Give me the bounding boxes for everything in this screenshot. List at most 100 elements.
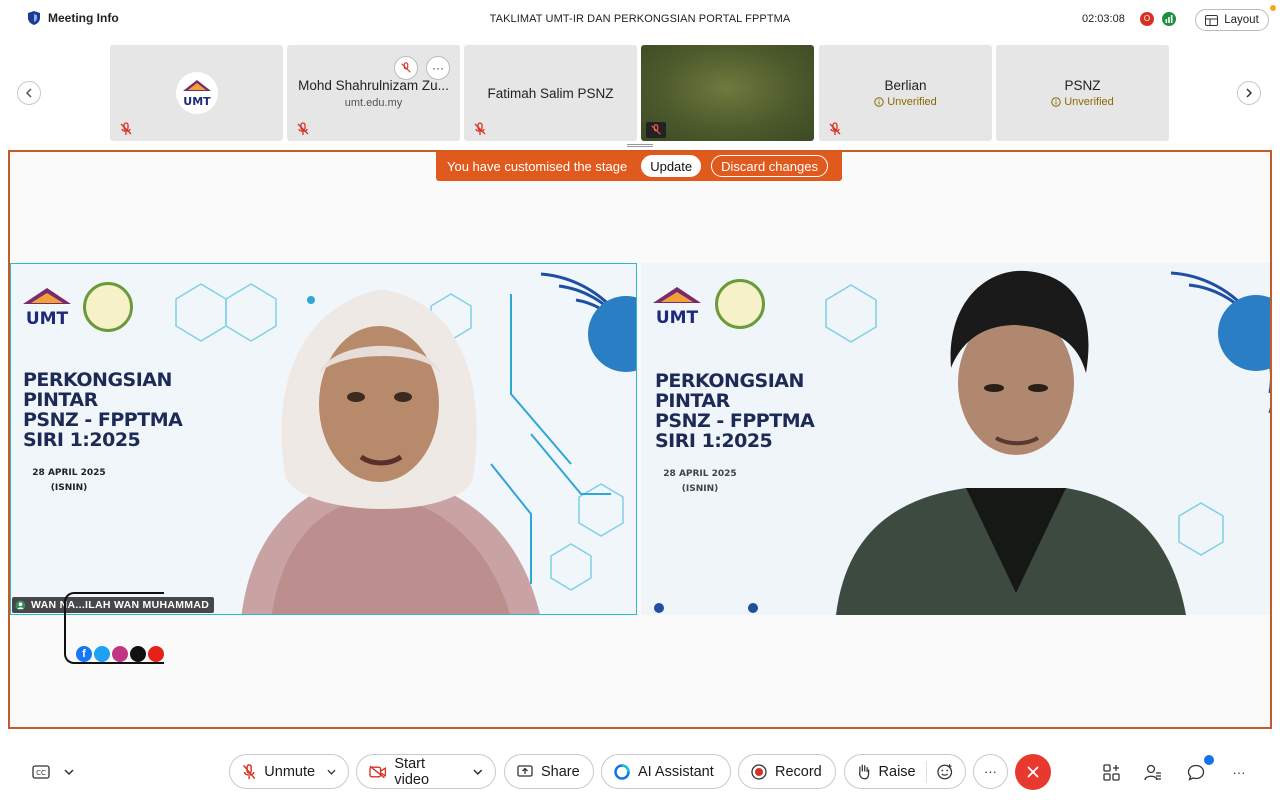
participant-video-tile[interactable] — [641, 45, 814, 141]
slide-date: 28 APRIL 2025 (ISNIN) — [663, 469, 737, 494]
raise-hand-icon — [859, 764, 870, 780]
chat-icon — [1187, 764, 1205, 781]
chevron-left-icon — [25, 88, 32, 98]
mute-participant-button[interactable] — [394, 56, 418, 80]
captions-options-button[interactable] — [56, 759, 82, 785]
layout-icon — [1205, 14, 1219, 26]
closed-captions-button[interactable]: CC — [28, 759, 54, 785]
banner-message: You have customised the stage — [447, 158, 628, 174]
stage-resize-handle[interactable] — [627, 144, 653, 147]
more-icon: ··· — [1232, 764, 1246, 780]
divider — [925, 760, 927, 783]
chevron-down-icon[interactable] — [327, 769, 336, 775]
info-circle-icon — [1051, 97, 1061, 107]
slide-date: 28 APRIL 2025 (ISNIN) — [32, 468, 106, 493]
participant-tile[interactable]: UMT — [110, 45, 283, 141]
chevron-right-icon — [1246, 88, 1253, 98]
share-label: Share — [541, 763, 580, 780]
participant-tile[interactable]: Berlian Unverified — [819, 45, 992, 141]
recording-indicator: O — [1140, 12, 1154, 26]
previous-page-button[interactable] — [17, 81, 41, 105]
more-options-button[interactable]: ··· — [973, 754, 1008, 789]
start-video-label: Start video — [394, 755, 430, 788]
top-bar: Meeting Info TAKLIMAT UMT-IR DAN PERKONG… — [0, 0, 1280, 40]
chevron-down-icon — [64, 769, 74, 775]
close-icon — [1027, 766, 1039, 778]
active-speaker-video[interactable]: UMT PERKONGSIAN PINTAR PSNZ - FPPTMA SIR… — [10, 263, 637, 615]
mic-muted-icon — [401, 62, 411, 73]
share-screen-icon — [517, 764, 533, 777]
participant-name: Berlian — [884, 78, 927, 93]
record-button[interactable]: Record — [738, 754, 836, 789]
participant-domain: umt.edu.my — [344, 97, 403, 109]
avatar: UMT — [176, 72, 218, 114]
layout-label: Layout — [1224, 14, 1259, 26]
share-button[interactable]: Share — [504, 754, 594, 789]
mic-muted-icon — [829, 122, 841, 135]
apps-icon — [1102, 763, 1120, 781]
leave-meeting-button[interactable] — [1015, 754, 1051, 790]
facebook-icon: f — [76, 646, 92, 662]
more-icon: ··· — [432, 61, 444, 75]
instagram-icon — [112, 646, 128, 662]
captions-icon: CC — [32, 765, 50, 779]
more-icon: ··· — [984, 764, 997, 779]
participant-tile[interactable]: PSNZ Unverified — [996, 45, 1169, 141]
unmute-label: Unmute — [264, 763, 316, 780]
next-page-button[interactable] — [1237, 81, 1261, 105]
update-stage-button[interactable]: Update — [641, 155, 702, 177]
unmute-button[interactable]: Unmute — [229, 754, 349, 789]
apps-button[interactable] — [1098, 759, 1124, 785]
layout-button[interactable]: Layout — [1195, 9, 1269, 31]
svg-text:UMT: UMT — [26, 309, 69, 329]
stage-customised-banner: You have customised the stage Update Dis… — [436, 151, 842, 181]
participant-name: PSNZ — [1064, 78, 1101, 93]
person-icon — [15, 600, 26, 610]
overflow-menu-button[interactable]: ··· — [1226, 759, 1252, 785]
ai-assistant-label: AI Assistant — [638, 763, 714, 780]
ai-assistant-button[interactable]: AI Assistant — [601, 754, 731, 789]
slide-title: PERKONGSIAN PINTAR PSNZ - FPPTMA SIRI 1:… — [23, 369, 183, 451]
twitter-icon — [94, 646, 110, 662]
meeting-timer: 02:03:08 — [1082, 13, 1125, 25]
record-icon — [751, 763, 767, 780]
ai-assistant-icon — [614, 763, 630, 780]
mic-muted-icon — [120, 122, 132, 135]
mic-muted-icon — [297, 122, 309, 135]
chat-notification-badge — [1204, 755, 1214, 765]
chevron-down-icon[interactable] — [473, 769, 483, 775]
svg-text:UMT: UMT — [183, 95, 211, 108]
participants-icon — [1144, 764, 1161, 780]
raise-hand-button[interactable]: Raise — [844, 754, 966, 789]
mic-muted-icon — [242, 763, 256, 779]
participant-figure — [836, 270, 1186, 615]
youtube-icon — [148, 646, 164, 662]
notification-dot — [1270, 5, 1276, 11]
participant-main-video[interactable]: UMT PERKONGSIAN PINTAR PSNZ - FPPTMA SIR… — [641, 263, 1270, 615]
participant-tile[interactable]: ··· Mohd Shahrulnizam Zu... umt.edu.my — [287, 45, 460, 141]
library-seal-logo — [715, 279, 765, 329]
unverified-badge: Unverified — [819, 96, 992, 108]
participants-button[interactable] — [1140, 759, 1166, 785]
start-video-button[interactable]: Start video — [356, 754, 496, 789]
video-off-icon — [369, 765, 387, 778]
svg-text:UMT: UMT — [656, 308, 699, 328]
raise-label: Raise — [878, 763, 916, 780]
participant-name: Fatimah Salim PSNZ — [487, 86, 614, 101]
network-status-icon[interactable] — [1162, 12, 1176, 26]
participant-name: Mohd Shahrulnizam Zu... — [298, 78, 449, 93]
mic-muted-icon — [474, 122, 486, 135]
slide-title: PERKONGSIAN PINTAR PSNZ - FPPTMA SIRI 1:… — [655, 370, 815, 452]
unverified-badge: Unverified — [996, 96, 1169, 108]
info-circle-icon — [874, 97, 884, 107]
participant-tile[interactable]: Fatimah Salim PSNZ — [464, 45, 637, 141]
participant-more-button[interactable]: ··· — [426, 56, 450, 80]
discard-changes-button[interactable]: Discard changes — [711, 155, 828, 177]
tiktok-icon — [130, 646, 146, 662]
reactions-icon[interactable] — [936, 763, 953, 780]
record-label: Record — [775, 763, 822, 780]
speaker-figure — [241, 289, 540, 614]
library-seal-logo — [83, 282, 133, 332]
umt-logo-icon: UMT — [183, 80, 211, 108]
svg-text:CC: CC — [36, 769, 46, 777]
